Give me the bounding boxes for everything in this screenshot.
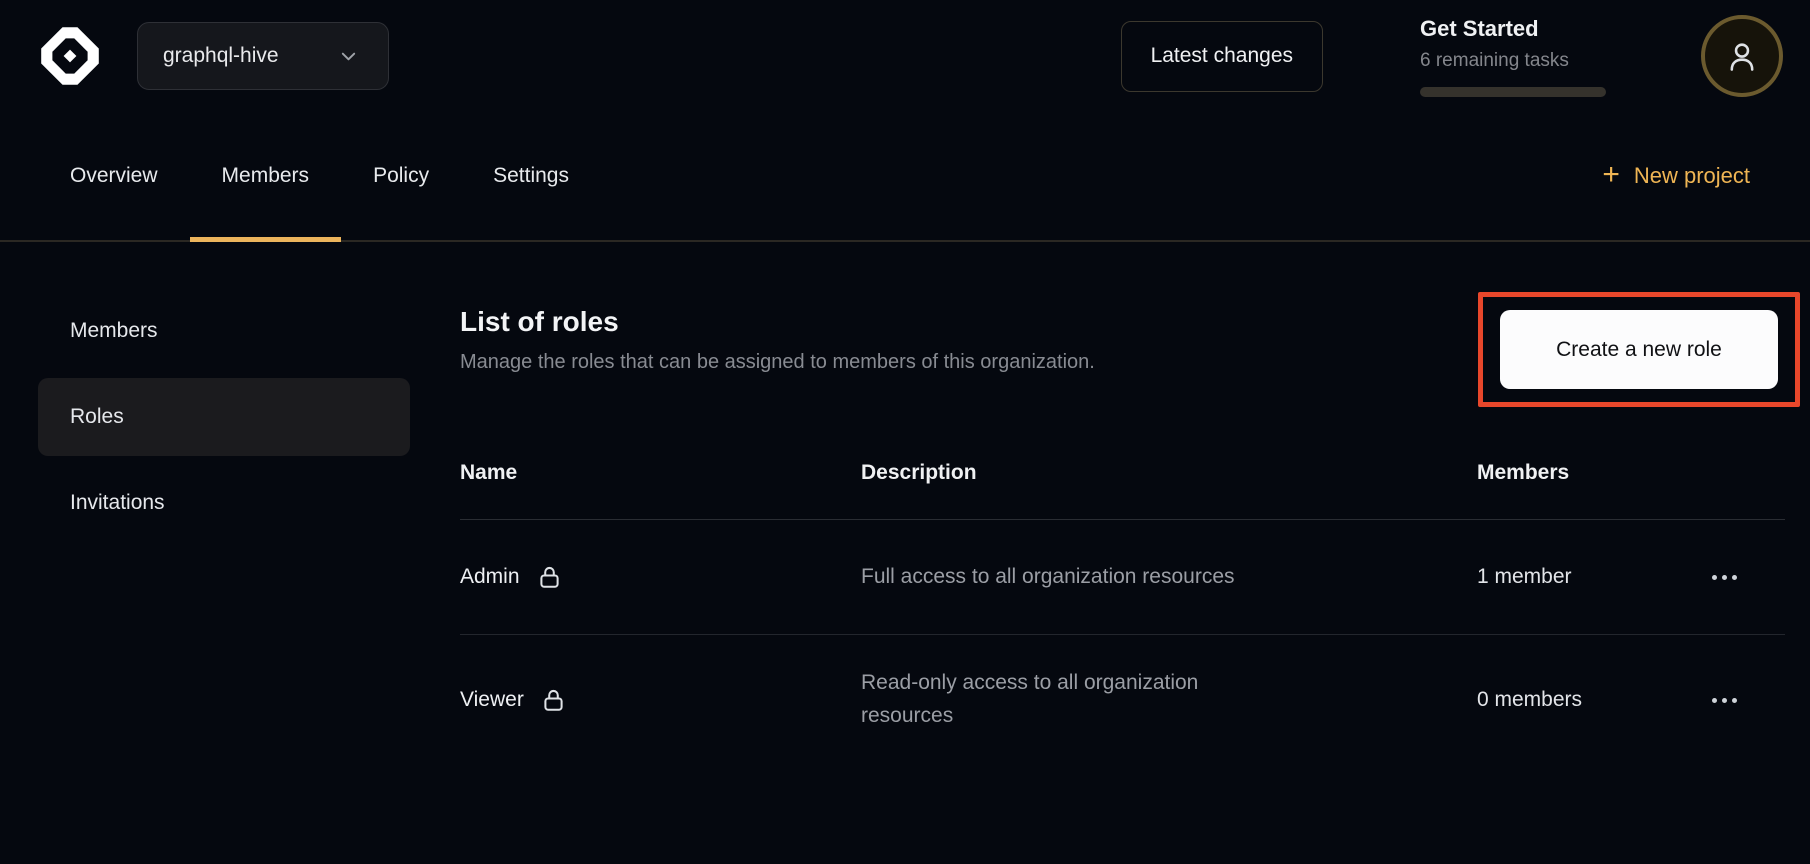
column-header-name: Name bbox=[460, 461, 861, 485]
plus-icon: + bbox=[1602, 160, 1620, 190]
chevron-down-icon bbox=[339, 47, 358, 66]
sidebar-item-members[interactable]: Members bbox=[38, 292, 410, 370]
roles-table-header-row: Name Description Members bbox=[460, 451, 1785, 520]
column-header-members: Members bbox=[1477, 461, 1710, 485]
latest-changes-button[interactable]: Latest changes bbox=[1121, 21, 1323, 92]
roles-panel-header: List of roles Manage the roles that can … bbox=[460, 242, 1785, 407]
role-name-cell: Viewer bbox=[460, 687, 861, 714]
role-actions-cell bbox=[1710, 690, 1785, 711]
get-started-title: Get Started bbox=[1420, 16, 1606, 42]
annotation-highlight: Create a new role bbox=[1478, 292, 1800, 407]
header: graphql-hive Latest changes Get Started … bbox=[0, 0, 1810, 112]
tab-policy[interactable]: Policy bbox=[341, 112, 461, 240]
org-tabbar: Overview Members Policy Settings + New p… bbox=[0, 112, 1810, 242]
members-sidebar: Members Roles Invitations bbox=[38, 242, 410, 765]
roles-table: Name Description Members Admin Full acce… bbox=[460, 451, 1785, 765]
role-description: Read-only access to all organization res… bbox=[861, 667, 1271, 732]
header-right: Latest changes Get Started 6 remaining t… bbox=[1121, 15, 1783, 97]
tab-members[interactable]: Members bbox=[190, 112, 342, 240]
table-row-admin: Admin Full access to all organization re… bbox=[460, 520, 1785, 635]
role-description: Full access to all organization resource… bbox=[861, 561, 1271, 594]
get-started-subtitle: 6 remaining tasks bbox=[1420, 50, 1606, 72]
role-members-count: 1 member bbox=[1477, 565, 1710, 589]
lock-icon bbox=[536, 564, 563, 591]
role-members-count: 0 members bbox=[1477, 688, 1710, 712]
table-row-viewer: Viewer Read-only access to all organizat… bbox=[460, 635, 1785, 765]
ellipsis-icon bbox=[1712, 698, 1737, 703]
get-started-progress-bar bbox=[1420, 87, 1606, 97]
row-menu-button[interactable] bbox=[1710, 567, 1739, 588]
get-started-widget[interactable]: Get Started 6 remaining tasks bbox=[1420, 16, 1606, 97]
user-icon bbox=[1725, 39, 1759, 73]
sidebar-item-roles[interactable]: Roles bbox=[38, 378, 410, 456]
role-name: Admin bbox=[460, 565, 520, 589]
roles-panel: List of roles Manage the roles that can … bbox=[460, 242, 1785, 765]
sidebar-item-invitations[interactable]: Invitations bbox=[38, 464, 410, 542]
roles-heading-block: List of roles Manage the roles that can … bbox=[460, 242, 1095, 374]
column-header-description: Description bbox=[861, 461, 1477, 485]
ellipsis-icon bbox=[1712, 575, 1737, 580]
create-role-button[interactable]: Create a new role bbox=[1500, 310, 1778, 389]
org-switcher[interactable]: graphql-hive bbox=[137, 22, 389, 90]
page-title: List of roles bbox=[460, 306, 1095, 338]
page-subtitle: Manage the roles that can be assigned to… bbox=[460, 351, 1095, 374]
lock-icon bbox=[540, 687, 567, 714]
org-name: graphql-hive bbox=[163, 44, 279, 68]
user-menu-button[interactable] bbox=[1701, 15, 1783, 97]
role-name-cell: Admin bbox=[460, 564, 861, 591]
row-menu-button[interactable] bbox=[1710, 690, 1739, 711]
content: Members Roles Invitations List of roles … bbox=[0, 242, 1810, 765]
role-name: Viewer bbox=[460, 688, 524, 712]
role-actions-cell bbox=[1710, 567, 1785, 588]
tab-settings[interactable]: Settings bbox=[461, 112, 601, 240]
new-project-button[interactable]: + New project bbox=[1602, 163, 1750, 190]
tab-overview[interactable]: Overview bbox=[38, 112, 190, 240]
new-project-label: New project bbox=[1634, 163, 1750, 189]
hive-logo-icon[interactable] bbox=[38, 24, 102, 88]
